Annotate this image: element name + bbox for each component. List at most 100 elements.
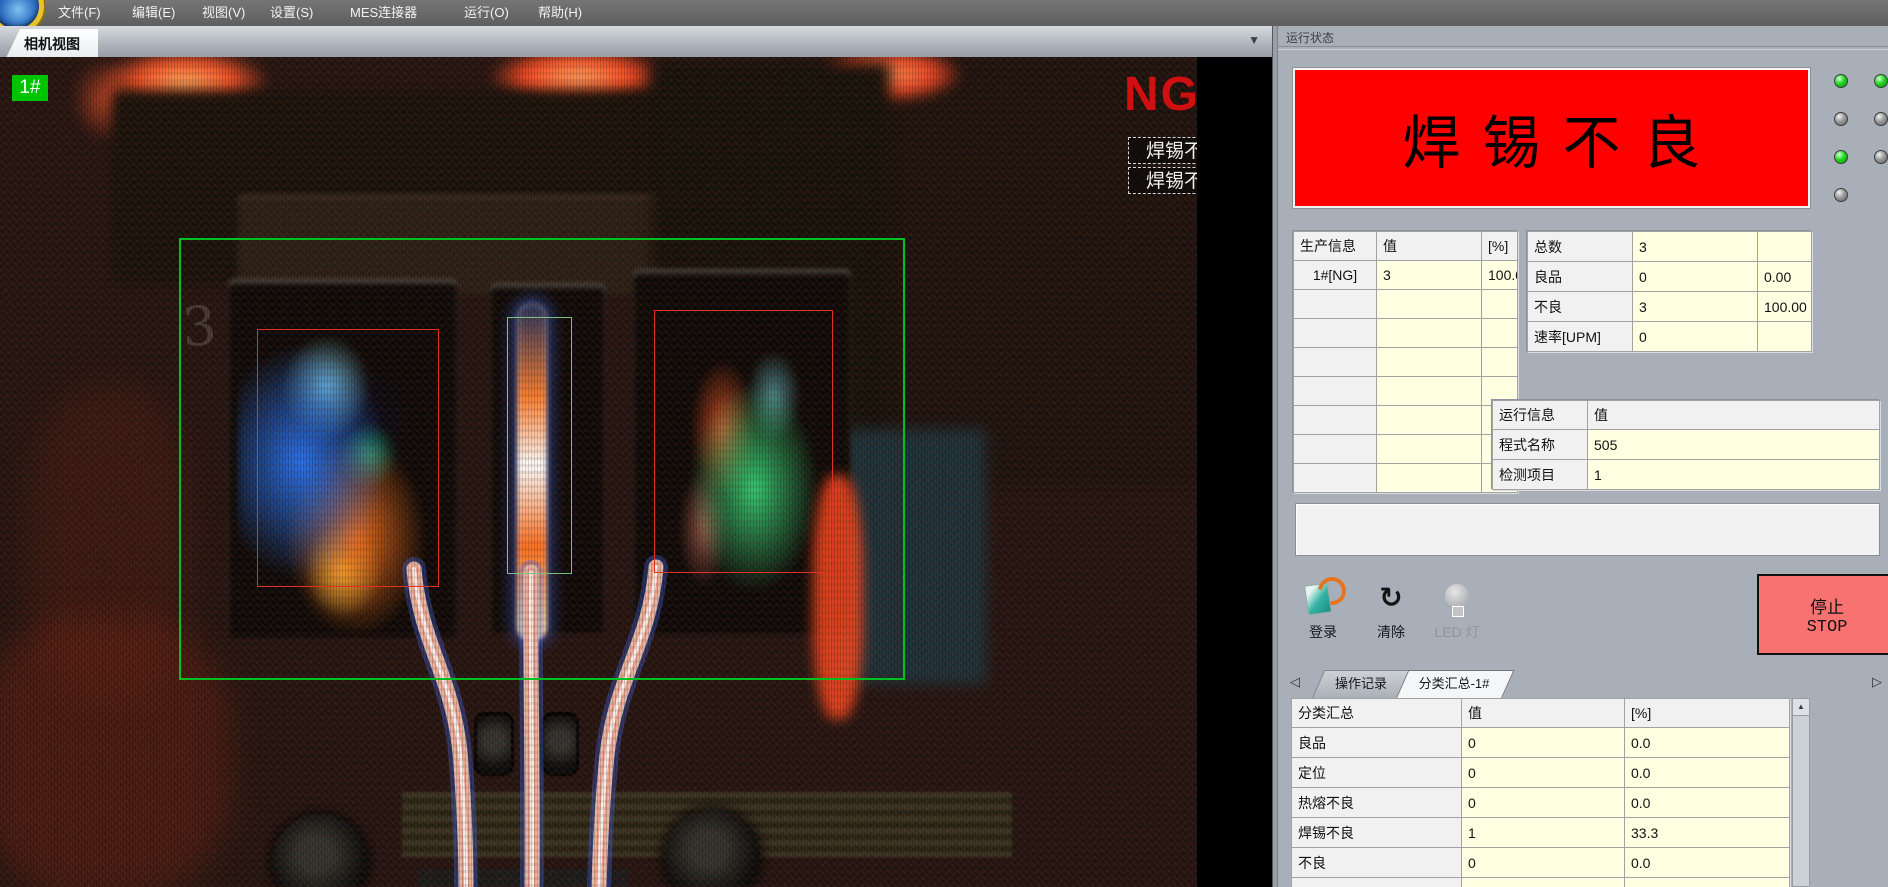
tab-camera-view[interactable]: 相机视图	[6, 29, 98, 58]
table-cell: 检测项目	[1493, 460, 1588, 490]
table-cell: 3	[1633, 232, 1758, 262]
led-indicator	[1834, 112, 1848, 126]
led-button-label: LED 灯	[1428, 622, 1486, 642]
column-header: [%]	[1482, 232, 1518, 261]
id-badge-icon	[1304, 582, 1332, 615]
column-header: 分类汇总	[1292, 699, 1462, 728]
camera-tab-bar: 相机视图 ▼	[0, 26, 1272, 58]
table-cell: 33.3	[1625, 818, 1790, 848]
table-cell	[1377, 348, 1482, 377]
menu-bar: 文件(F) 编辑(E) 视图(V) 设置(S) MES连接器 运行(O) 帮助(…	[0, 0, 1888, 26]
tab-scroll-left-icon[interactable]: ◁	[1290, 674, 1300, 690]
table-cell: 速率[UPM]	[1528, 322, 1633, 352]
table-cell	[1294, 377, 1377, 406]
menu-edit[interactable]: 编辑(E)	[126, 0, 181, 26]
table-cell: 定位	[1292, 758, 1462, 788]
table-cell	[1377, 377, 1482, 406]
table-cell	[1377, 290, 1482, 319]
bottom-tab-strip: ◁ 操作记录 分类汇总-1# ▷	[1278, 666, 1888, 698]
run-status-panel: 运行状态 焊锡不良 生产信息值[%]1#[NG]3100.00 总数3良品00.…	[1278, 26, 1888, 887]
menu-settings[interactable]: 设置(S)	[264, 0, 319, 26]
tab-operation-log[interactable]: 操作记录	[1318, 670, 1404, 698]
camera-pane: 相机视图 ▼	[0, 26, 1272, 887]
menu-file[interactable]: 文件(F)	[52, 0, 107, 26]
table-cell: 程式名称	[1493, 430, 1588, 460]
table-cell	[1294, 348, 1377, 377]
table-cell: 0	[1633, 322, 1758, 352]
column-header: 值	[1588, 401, 1880, 430]
light-bulb-icon	[1445, 584, 1469, 608]
camera-image-area: 3	[0, 57, 1272, 887]
run-info-table: 运行信息值程式名称505检测项目1	[1492, 400, 1880, 490]
defect-label: 焊锡不良	[1128, 137, 1197, 164]
table-cell: 0.0	[1625, 728, 1790, 758]
ng-result-label: NG	[1124, 67, 1197, 122]
table-cell	[1377, 406, 1482, 435]
stop-button-label-cn: 停止	[1810, 593, 1844, 618]
led-indicator	[1874, 74, 1888, 88]
menu-mes-connector[interactable]: MES连接器	[344, 0, 423, 26]
table-cell: 0.0	[1625, 758, 1790, 788]
tab-classification-summary[interactable]: 分类汇总-1#	[1402, 670, 1506, 698]
table-cell	[1482, 319, 1518, 348]
table-cell	[1758, 232, 1812, 262]
clear-button[interactable]: ↻ 清除	[1362, 582, 1420, 654]
camera-index-badge: 1#	[12, 75, 48, 101]
led-indicator	[1834, 188, 1848, 202]
table-cell: 0	[1462, 758, 1625, 788]
divider	[1278, 46, 1888, 50]
table-cell	[1294, 464, 1377, 493]
table-cell	[1482, 290, 1518, 319]
stop-button[interactable]: 停止 STOP	[1757, 574, 1888, 655]
message-box	[1295, 503, 1880, 556]
tab-label: 分类汇总-1#	[1419, 676, 1490, 691]
table-cell: 不良	[1292, 848, 1462, 878]
menu-run[interactable]: 运行(O)	[458, 0, 515, 26]
table-cell	[1377, 435, 1482, 464]
menu-view[interactable]: 视图(V)	[196, 0, 251, 26]
tab-scroll-right-icon[interactable]: ▷	[1872, 674, 1882, 690]
clear-button-label: 清除	[1362, 622, 1420, 642]
table-cell: 3	[1633, 292, 1758, 322]
scrollbar[interactable]: ▲	[1792, 698, 1810, 887]
tab-label: 操作记录	[1335, 676, 1387, 691]
table-cell: 1	[1588, 460, 1880, 490]
table-cell: 505	[1588, 430, 1880, 460]
table-cell: 1#[NG]	[1294, 261, 1377, 290]
defect-rectangle-left	[257, 329, 439, 587]
login-button-label: 登录	[1294, 622, 1352, 642]
column-header: [%]	[1625, 699, 1790, 728]
table-cell	[1294, 290, 1377, 319]
table-cell	[1482, 348, 1518, 377]
led-indicator	[1834, 74, 1848, 88]
table-cell: 0	[1633, 262, 1758, 292]
table-cell	[1294, 435, 1377, 464]
column-header: 值	[1377, 232, 1482, 261]
camera-photo: 3	[0, 57, 1197, 887]
scroll-up-icon[interactable]: ▲	[1793, 699, 1809, 716]
table-cell: 不良	[1528, 292, 1633, 322]
summary-table-wrap: 分类汇总值[%]良品00.0定位00.0热熔不良00.0焊锡不良133.3不良0…	[1291, 698, 1792, 887]
led-indicator	[1874, 112, 1888, 126]
column-header: 值	[1462, 699, 1625, 728]
table-cell: 0.0	[1625, 848, 1790, 878]
production-table: 生产信息值[%]1#[NG]3100.00	[1293, 231, 1518, 493]
app-window: 文件(F) 编辑(E) 视图(V) 设置(S) MES连接器 运行(O) 帮助(…	[0, 0, 1888, 887]
column-header: 生产信息	[1294, 232, 1377, 261]
table-cell	[1462, 878, 1625, 887]
table-cell	[1377, 464, 1482, 493]
table-cell	[1758, 322, 1812, 352]
table-cell	[1294, 319, 1377, 348]
app-logo	[0, 0, 44, 26]
table-cell	[1377, 319, 1482, 348]
table-cell: 0.00	[1758, 262, 1812, 292]
table-cell: 良品	[1292, 728, 1462, 758]
table-cell: 热熔不良	[1292, 788, 1462, 818]
chevron-down-icon[interactable]: ▼	[1248, 33, 1260, 47]
login-button[interactable]: 登录	[1294, 582, 1352, 654]
table-cell: 3	[1377, 261, 1482, 290]
menu-help[interactable]: 帮助(H)	[532, 0, 588, 26]
summary-table: 分类汇总值[%]良品00.0定位00.0热熔不良00.0焊锡不良133.3不良0…	[1291, 698, 1790, 887]
panel-title: 运行状态	[1286, 29, 1334, 46]
led-light-button[interactable]: LED 灯	[1428, 582, 1486, 654]
